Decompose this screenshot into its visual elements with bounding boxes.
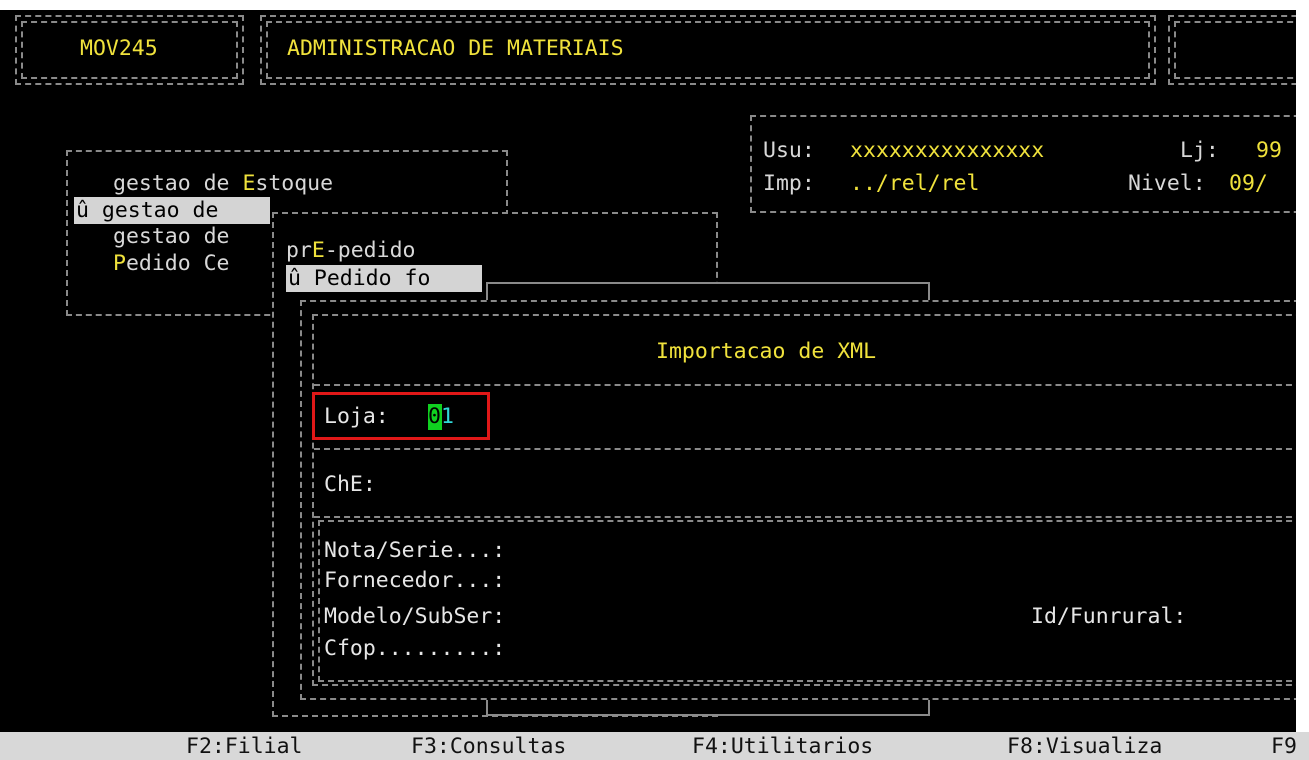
menu-item-selected[interactable]: û gestao de	[76, 198, 218, 224]
menu-item-selected-marker: û	[76, 198, 89, 223]
f8-visualiza-key[interactable]: F8:Visualiza	[1007, 734, 1162, 760]
right-header-inner-box	[1174, 21, 1296, 79]
nota-serie-label: Nota/Serie...:	[324, 538, 506, 563]
terminal-top-border	[0, 0, 1296, 10]
imp-value: ../rel/rel	[850, 171, 980, 196]
menu-item-estoque[interactable]: gestao de Estoque	[113, 171, 333, 197]
menu-item-estoque-hotkey: E	[242, 171, 256, 196]
modelo-subser-label: Modelo/SubSer:	[324, 604, 506, 629]
title-separator	[314, 384, 1296, 386]
f3-consultas-key[interactable]: F3:Consultas	[411, 734, 566, 760]
id-funrural-label: Id/Funrural:	[1031, 604, 1187, 629]
submenu-item-pre-pedido-prefix: pr	[286, 238, 312, 263]
user-info-box	[750, 115, 1296, 213]
submenu-item-selected-label: Pedido fo	[313, 266, 431, 291]
submenu-item-pre-pedido-rest: -pedido	[324, 238, 416, 263]
function-key-bar: F2:Filial F3:Consultas F4:Utilitarios F8…	[0, 732, 1309, 760]
menu-item-pedido-ce[interactable]: Pedido Ce	[113, 251, 230, 277]
f4-utilitarios-key[interactable]: F4:Utilitarios	[692, 734, 873, 760]
che-separator	[314, 516, 1296, 518]
f9-key[interactable]: F9	[1271, 734, 1297, 760]
loja-field-highlight	[312, 392, 490, 440]
nivel-value: 09/	[1229, 171, 1268, 196]
imp-label: Imp:	[763, 171, 815, 196]
menu-item-estoque-rest: stoque	[255, 171, 334, 196]
che-label: ChE:	[324, 472, 376, 497]
submenu-item-selected-marker: û	[288, 266, 301, 291]
menu-item-estoque-prefix: gestao de	[113, 171, 243, 196]
xml-dialog-title: Importacao de XML	[656, 339, 877, 364]
terminal-screen: MOV245 ADMINISTRACAO DE MATERIAIS Usu: x…	[0, 0, 1296, 732]
menu-item-selected-label: gestao de	[101, 198, 219, 223]
submenu-item-pre-pedido[interactable]: prE-pedido	[286, 238, 415, 264]
lj-label: Lj:	[1180, 138, 1219, 163]
program-code: MOV245	[80, 36, 158, 61]
menu-item-pedido-ce-rest: edido Ce	[125, 251, 230, 276]
menu-item-gestao-3[interactable]: gestao de	[113, 224, 230, 250]
f2-filial-key[interactable]: F2:Filial	[186, 734, 303, 760]
usu-label: Usu:	[763, 138, 815, 163]
submenu-item-pre-pedido-hotkey: E	[311, 238, 325, 263]
menu-item-pedido-ce-hotkey: P	[113, 251, 126, 276]
loja-separator	[314, 448, 1296, 450]
system-title: ADMINISTRACAO DE MATERIAIS	[287, 36, 624, 61]
lj-value: 99	[1256, 138, 1282, 163]
fornecedor-label: Fornecedor...:	[324, 568, 506, 593]
submenu-item-selected[interactable]: û Pedido fo	[288, 266, 430, 292]
terminal-window: MOV245 ADMINISTRACAO DE MATERIAIS Usu: x…	[0, 0, 1309, 760]
usu-value: xxxxxxxxxxxxxxx	[850, 138, 1045, 163]
cfop-label: Cfop.........:	[324, 636, 506, 661]
nivel-label: Nivel:	[1128, 171, 1206, 196]
